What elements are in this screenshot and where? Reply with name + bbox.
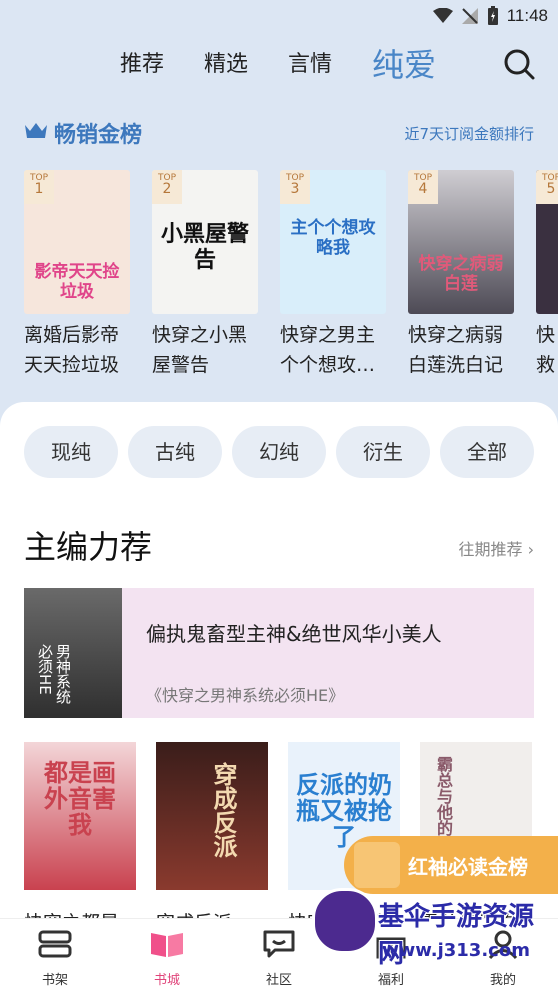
rank-book-4[interactable]: TOP 4 快穿之病弱白莲 快穿之病弱 白莲洗白记 — [408, 170, 516, 380]
bestseller-subtitle[interactable]: 近7天订阅金额排行 — [404, 123, 534, 144]
book-cover: TOP 1 影帝天天捡垃圾 — [24, 170, 130, 314]
bestseller-header: 畅销金榜 近7天订阅金额排行 — [24, 117, 534, 149]
gold-list-banner[interactable]: 红袖必读金榜 — [344, 836, 558, 894]
cover-title: 小黑屋警告 — [160, 222, 249, 273]
watermark-url: www.j313.com — [382, 940, 530, 961]
tab-recommend[interactable]: 推荐 — [120, 46, 164, 78]
nav-label: 书城 — [153, 973, 180, 988]
rank-book-3[interactable]: TOP 3 主个个想攻略我 快穿之男主 个个想攻… — [280, 170, 388, 380]
book-cover: TOP 3 主个个想攻略我 — [280, 170, 386, 314]
watermark: 基伞手游资源网 www.j313.com — [312, 888, 558, 992]
feature-headline: 偏执鬼畜型主神&绝世风华小美人 — [146, 622, 442, 646]
book-cover: TOP 5 — [536, 170, 558, 314]
tab-featured[interactable]: 精选 — [204, 46, 248, 78]
tab-romance[interactable]: 言情 — [288, 46, 332, 78]
feature-cover: 男神系统必须HE — [24, 588, 122, 718]
book-cover: TOP 2 小黑屋警告 — [152, 170, 258, 314]
community-icon — [263, 930, 295, 958]
pill-modern[interactable]: 现纯 — [24, 426, 118, 478]
book-stack-icon — [354, 842, 400, 888]
grid-book-2[interactable]: 穿成反派 穿成反派 — [156, 742, 268, 935]
tab-bl[interactable]: 纯爱 — [372, 40, 436, 86]
rank-badge: TOP 5 — [536, 170, 558, 204]
cover-title: 影帝天天捡垃圾 — [34, 262, 120, 302]
book-name: 离婚后影帝 天天捡垃圾 — [24, 324, 120, 376]
rank-badge: TOP 1 — [24, 170, 54, 204]
book-name: 快救 — [536, 324, 556, 376]
wifi-icon — [432, 8, 453, 23]
book-cover: 穿成反派 — [156, 742, 268, 890]
feature-cover-text: 男神系统必须HE — [36, 644, 72, 704]
book-cover: TOP 4 快穿之病弱白莲 — [408, 170, 514, 314]
watermark-logo — [312, 888, 378, 954]
featured-book-card[interactable]: 男神系统必须HE 偏执鬼畜型主神&绝世风华小美人 《快穿之男神系统必须HE》 — [24, 588, 534, 718]
feature-book-title: 《快穿之男神系统必须HE》 — [146, 686, 345, 705]
status-time: 11:48 — [506, 6, 548, 25]
book-name: 快穿之男主 个个想攻… — [280, 324, 376, 376]
grid-book-1[interactable]: 都是画外音害我 快穿之都是 — [24, 742, 136, 935]
nav-bookshelf[interactable]: 书架 — [20, 919, 90, 988]
rank-book-1[interactable]: TOP 1 影帝天天捡垃圾 离婚后影帝 天天捡垃圾 — [24, 170, 132, 380]
book-name: 快穿之病弱 白莲洗白记 — [408, 324, 504, 376]
bookshelf-icon — [38, 930, 72, 958]
rank-badge: TOP 4 — [408, 170, 438, 204]
rank-badge: TOP 3 — [280, 170, 310, 204]
battery-icon — [487, 6, 498, 25]
pill-ancient[interactable]: 古纯 — [128, 426, 222, 478]
book-name: 快穿之小黑 屋警告 — [152, 324, 248, 376]
bestseller-title: 畅销金榜 — [54, 123, 143, 148]
banner-text: 红袖必读金榜 — [408, 855, 528, 879]
cover-title: 都是画外音害我 — [44, 759, 116, 839]
no-signal-icon — [461, 8, 478, 24]
category-tabs: 推荐 精选 言情 纯爱 — [0, 40, 558, 86]
crown-icon — [25, 123, 47, 138]
pill-all[interactable]: 全部 — [440, 426, 534, 478]
pill-derivative[interactable]: 衍生 — [336, 426, 430, 478]
subcategory-pills: 现纯 古纯 幻纯 衍生 全部 — [24, 426, 558, 478]
editor-more-link[interactable]: 往期推荐 › — [459, 536, 535, 560]
nav-label: 社区 — [265, 973, 292, 988]
book-cover: 都是画外音害我 — [24, 742, 136, 890]
rank-badge: TOP 2 — [152, 170, 182, 204]
nav-label: 书架 — [41, 973, 68, 988]
rank-book-2[interactable]: TOP 2 小黑屋警告 快穿之小黑 屋警告 — [152, 170, 260, 380]
status-bar: 11:48 — [0, 0, 558, 32]
pill-fantasy[interactable]: 幻纯 — [232, 426, 326, 478]
cover-title: 主个个想攻略我 — [290, 218, 376, 258]
cover-title: 穿成反派 — [209, 762, 237, 858]
nav-community[interactable]: 社区 — [244, 919, 314, 988]
search-icon[interactable] — [502, 47, 536, 81]
cover-title: 快穿之病弱白莲 — [418, 254, 504, 294]
editor-picks-title: 主编力荐 — [24, 528, 153, 566]
nav-bookstore[interactable]: 书城 — [132, 919, 202, 988]
rank-book-5[interactable]: TOP 5 快救 — [536, 170, 558, 380]
bookstore-icon — [151, 933, 183, 957]
